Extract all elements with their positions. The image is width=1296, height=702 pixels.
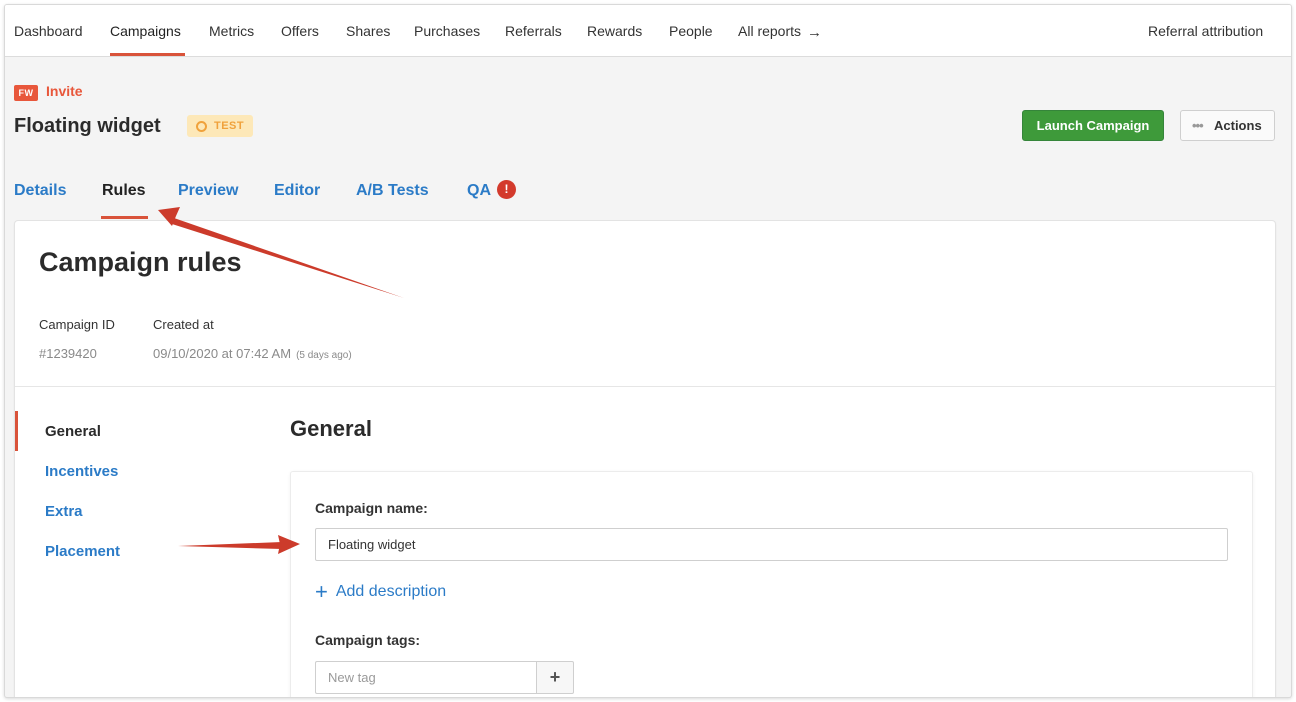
nav-campaigns[interactable]: Campaigns <box>110 23 181 39</box>
campaign-name-input[interactable] <box>315 528 1228 561</box>
card-title: Campaign rules <box>39 247 242 277</box>
nav-referral-attribution[interactable]: Referral attribution <box>1148 23 1263 39</box>
arrow-right-icon: → <box>807 24 823 41</box>
sidenav-extra[interactable]: Extra <box>45 503 83 520</box>
page-title: Floating widget <box>14 115 161 137</box>
content-card: Campaign rules Campaign ID Created at #1… <box>14 220 1276 697</box>
actions-button[interactable]: ••• Actions <box>1180 110 1275 141</box>
tab-qa[interactable]: QA <box>467 182 491 200</box>
add-description-label: Add description <box>335 583 447 600</box>
status-circle-icon <box>196 121 207 132</box>
tab-active-indicator <box>101 216 148 219</box>
new-tag-input[interactable] <box>315 661 536 694</box>
sidenav-incentives[interactable]: Incentives <box>45 463 118 480</box>
launch-campaign-button[interactable]: Launch Campaign <box>1022 110 1164 141</box>
created-at-value: 09/10/2020 at 07:42 AM (5 days ago) <box>153 346 352 361</box>
sidenav-placement[interactable]: Placement <box>45 543 120 560</box>
campaign-name-label: Campaign name: <box>315 500 428 516</box>
status-badge-label: TEST <box>214 120 245 132</box>
brand-badge: FW <box>14 85 38 101</box>
nav-people[interactable]: People <box>669 23 713 39</box>
nav-dashboard[interactable]: Dashboard <box>14 23 83 39</box>
top-navigation: Dashboard Campaigns Metrics Offers Share… <box>5 5 1291 57</box>
general-form-panel: Campaign name: + Add description Campaign… <box>290 471 1253 697</box>
created-at-relative: (5 days ago) <box>296 350 352 361</box>
section-title: General <box>290 416 372 441</box>
app-window: Dashboard Campaigns Metrics Offers Share… <box>4 4 1292 698</box>
nav-offers[interactable]: Offers <box>281 23 319 39</box>
campaign-tags-label: Campaign tags: <box>315 632 421 648</box>
tab-ab-tests[interactable]: A/B Tests <box>356 182 429 200</box>
more-dots-icon: ••• <box>1192 118 1204 133</box>
nav-all-reports[interactable]: All reports → <box>738 23 822 41</box>
tab-editor[interactable]: Editor <box>274 182 320 200</box>
plus-icon: + <box>549 667 561 687</box>
tab-details[interactable]: Details <box>14 182 66 200</box>
section-divider <box>15 386 1275 387</box>
nav-rewards[interactable]: Rewards <box>587 23 642 39</box>
alert-icon: ! <box>497 180 516 199</box>
nav-all-reports-label: All reports <box>738 23 802 39</box>
sidenav-general[interactable]: General <box>45 423 101 440</box>
created-at-date: 09/10/2020 at 07:42 AM <box>153 346 292 361</box>
created-at-label: Created at <box>153 317 214 332</box>
nav-referrals[interactable]: Referrals <box>505 23 562 39</box>
campaign-id-value: #1239420 <box>39 346 97 361</box>
plus-icon: + <box>315 579 328 604</box>
nav-metrics[interactable]: Metrics <box>209 23 254 39</box>
tab-preview[interactable]: Preview <box>178 182 238 200</box>
campaign-id-label: Campaign ID <box>39 317 115 332</box>
nav-shares[interactable]: Shares <box>346 23 390 39</box>
status-badge: TEST <box>187 115 253 137</box>
campaign-type-label: Invite <box>46 83 83 99</box>
add-tag-button[interactable]: + <box>536 661 574 694</box>
nav-active-indicator <box>110 53 185 56</box>
tab-rules[interactable]: Rules <box>102 182 146 200</box>
add-description-link[interactable]: + Add description <box>315 579 446 605</box>
sidenav-active-indicator <box>15 411 18 451</box>
actions-button-label: Actions <box>1214 118 1262 133</box>
nav-purchases[interactable]: Purchases <box>414 23 480 39</box>
